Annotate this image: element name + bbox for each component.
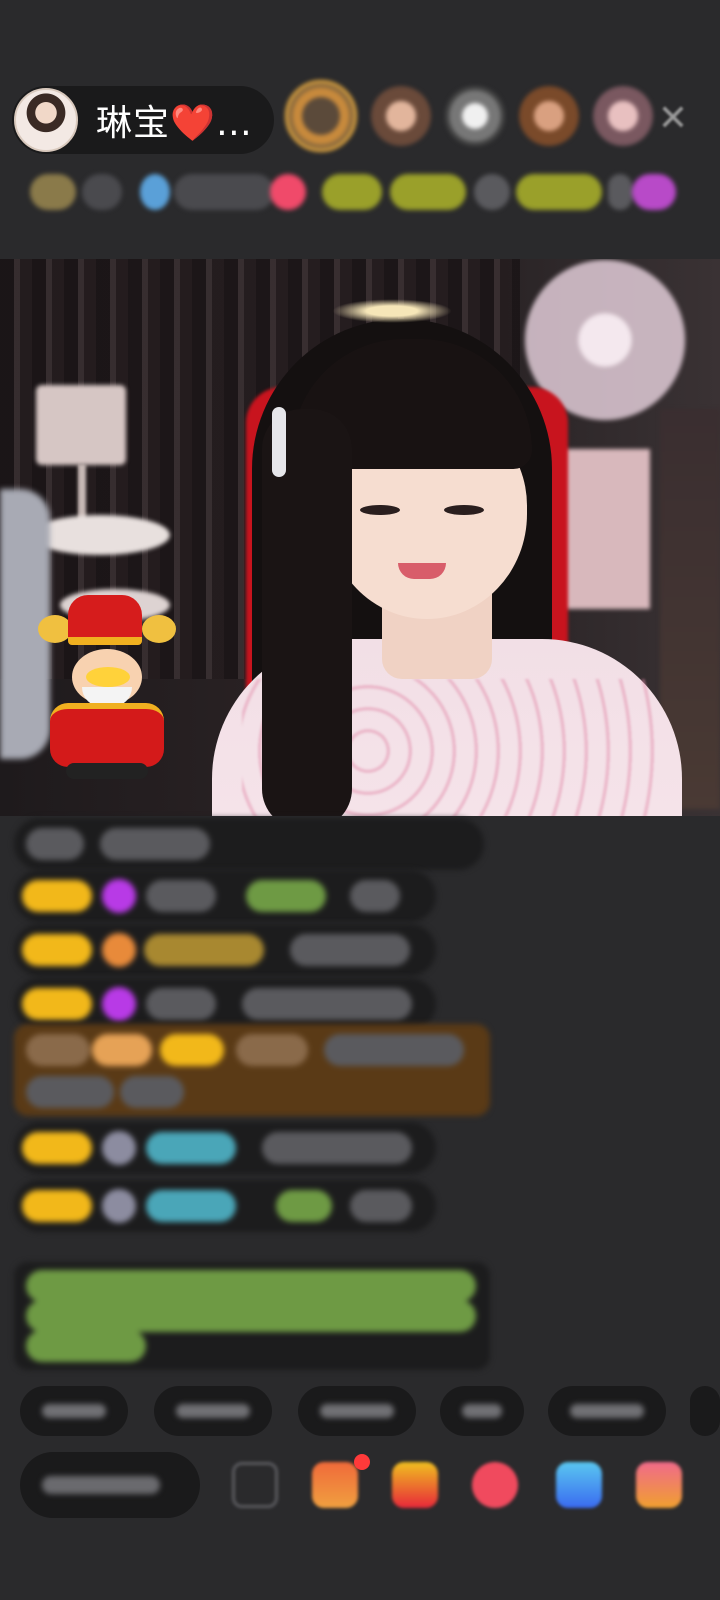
chat-message[interactable] [14, 924, 436, 976]
system-notice [14, 1262, 490, 1370]
hair-accessory [332, 299, 452, 323]
user-avatar-icon [102, 1189, 136, 1223]
notification-dot [354, 1454, 370, 1470]
chat-message[interactable] [14, 870, 436, 922]
viewer-avatar[interactable] [371, 86, 431, 146]
diamond-icon [102, 987, 136, 1021]
sticker-boots [66, 763, 148, 779]
live-video-stream[interactable] [0, 259, 720, 816]
level-badge [22, 880, 92, 912]
sticker-robe [50, 703, 164, 767]
streamer-eye [360, 505, 400, 515]
emoji-icon[interactable] [232, 1462, 278, 1508]
close-button[interactable]: ✕ [650, 96, 696, 142]
host-info-pill[interactable]: 琳宝❤️… [12, 86, 274, 154]
official-hat [68, 595, 142, 645]
level-badge [22, 988, 92, 1020]
chat-message[interactable] [14, 1122, 436, 1174]
host-avatar[interactable] [14, 88, 78, 152]
heart-icon[interactable] [472, 1462, 518, 1508]
hair-clip [272, 407, 286, 477]
top-viewer-list [285, 80, 653, 152]
game-icon[interactable] [556, 1462, 602, 1508]
tag-chip [322, 174, 382, 210]
tag-chip [82, 174, 122, 210]
chat-message[interactable] [14, 978, 436, 1030]
viewer-avatar[interactable] [593, 86, 653, 146]
host-name: 琳宝❤️… [96, 103, 253, 144]
tag-chip [474, 174, 510, 210]
background-table [30, 515, 170, 555]
caishen-sticker-icon[interactable] [36, 595, 178, 785]
quick-reply-chip[interactable] [440, 1386, 524, 1436]
gift-message[interactable] [14, 1024, 490, 1116]
rank-badge-icon [632, 174, 676, 210]
background-lamp [36, 385, 126, 465]
tag-chip [390, 174, 466, 210]
comment-input[interactable] [20, 1452, 200, 1518]
gold-ingot [86, 667, 130, 687]
quick-reply-chip[interactable] [154, 1386, 272, 1436]
gift-box-icon[interactable] [312, 1462, 358, 1508]
guard-icon [102, 933, 136, 967]
tag-chip [174, 174, 274, 210]
quick-reply-chip[interactable] [20, 1386, 128, 1436]
bottom-toolbar [0, 1444, 720, 1528]
quick-reply-chip[interactable] [690, 1386, 720, 1436]
level-badge-icon [30, 174, 76, 210]
tag-chip [608, 174, 632, 210]
quick-reply-row [20, 1386, 720, 1436]
streamer-eye [444, 505, 484, 515]
hat-wing [142, 615, 176, 643]
hot-badge-icon [270, 174, 306, 210]
hat-wing [38, 615, 72, 643]
viewer-avatar[interactable] [445, 86, 505, 146]
viewer-avatar[interactable] [519, 86, 579, 146]
tag-chip [516, 174, 602, 210]
level-badge [22, 1190, 92, 1222]
chat-message[interactable] [14, 818, 484, 870]
streamer-figure [212, 299, 682, 816]
fan-badge-icon [140, 174, 170, 210]
red-envelope-icon[interactable] [392, 1462, 438, 1508]
user-avatar-icon [102, 1131, 136, 1165]
room-tag-strip[interactable] [22, 170, 692, 216]
level-badge [22, 1132, 92, 1164]
level-badge [22, 934, 92, 966]
more-apps-icon[interactable] [636, 1462, 682, 1508]
chat-message[interactable] [14, 1180, 436, 1232]
quick-reply-chip[interactable] [298, 1386, 416, 1436]
quick-reply-chip[interactable] [548, 1386, 666, 1436]
diamond-icon [102, 879, 136, 913]
viewer-avatar[interactable] [285, 80, 357, 152]
